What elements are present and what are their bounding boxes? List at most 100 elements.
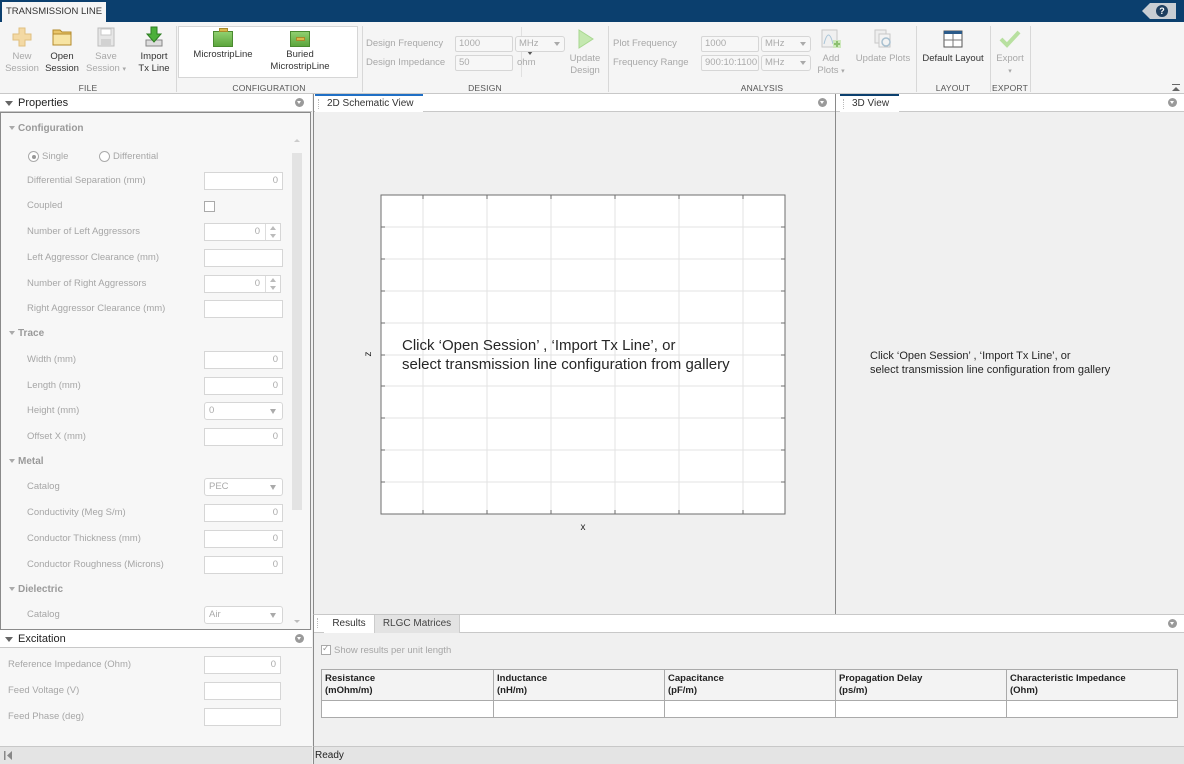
plot-frequency-input[interactable]: 1000 (701, 36, 759, 52)
drag-grip-icon[interactable] (317, 618, 319, 628)
spinner-arrows-icon[interactable] (265, 224, 280, 240)
chevron-down-icon (270, 485, 276, 490)
differential-radio[interactable] (99, 151, 110, 162)
column-header-characteristic-impedance[interactable]: Characteristic Impedance (Ohm) (1006, 669, 1178, 701)
length-label: Length (mm) (27, 380, 81, 391)
reference-impedance-input[interactable]: 0 (204, 656, 281, 674)
left-aggressor-clearance-input[interactable] (204, 249, 283, 267)
default-layout-button[interactable]: Default Layout (918, 28, 988, 65)
spinner-value: 0 (254, 278, 260, 289)
scroll-up-icon[interactable] (294, 139, 300, 142)
section-trace[interactable]: Trace (9, 328, 44, 339)
schematic-view-panel: 2D Schematic View x z Click ‘Open Sessio… (313, 94, 835, 614)
update-design-button[interactable]: Update Design (567, 28, 603, 77)
left-aggressors-label: Number of Left Aggressors (27, 226, 140, 237)
left-aggressors-spinner[interactable]: 0 (204, 223, 281, 241)
excitation-header: Excitation (0, 630, 312, 648)
design-frequency-unit-dropdown[interactable]: MHz (515, 36, 565, 52)
feed-phase-input[interactable] (204, 708, 281, 726)
configuration-gallery: MicrostripLine Buried MicrostripLine (178, 26, 533, 78)
tab-rlgc-matrices[interactable]: RLGC Matrices (374, 615, 460, 633)
table-cell (321, 700, 494, 718)
dielectric-catalog-dropdown[interactable]: Air (204, 606, 283, 624)
section-dielectric[interactable]: Dielectric (9, 584, 63, 595)
excitation-title: Excitation (18, 633, 66, 645)
collapse-triangle-icon[interactable] (5, 101, 13, 106)
save-dropdown-arrow-icon: ▾ (122, 66, 126, 73)
column-header-resistance[interactable]: Resistance (mOhm/m) (321, 669, 494, 701)
plot-frequency-unit-dropdown[interactable]: MHz (761, 36, 811, 52)
left-aggressor-clearance-label: Left Aggressor Clearance (mm) (27, 252, 159, 263)
drag-grip-icon[interactable] (843, 99, 845, 109)
design-impedance-input[interactable]: 50 (455, 55, 513, 71)
export-button[interactable]: Export ▾ (992, 28, 1028, 78)
plot-frequency-label: Plot Frequency (613, 38, 677, 49)
tab-transmission-line[interactable]: TRANSMISSION LINE (2, 2, 107, 22)
new-session-button[interactable]: New Session (4, 26, 40, 75)
help-button[interactable]: ? (1142, 3, 1176, 19)
checkbox-checked-icon[interactable] (321, 643, 331, 656)
scrollbar-thumb[interactable] (292, 153, 302, 510)
frequency-range-input[interactable]: 900:10:1100 (701, 55, 759, 71)
conductor-thickness-input[interactable]: 0 (204, 530, 283, 548)
section-title: Dielectric (18, 584, 64, 595)
add-plots-button[interactable]: Add Plots ▾ (816, 28, 846, 78)
microstrip-line-icon (213, 28, 233, 47)
column-header-propagation-delay[interactable]: Propagation Delay (ps/m) (835, 669, 1007, 701)
column-name: Capacitance (668, 673, 724, 684)
tab-results[interactable]: Results (324, 615, 374, 633)
right-aggressors-spinner[interactable]: 0 (204, 275, 281, 293)
show-per-unit-length-checkbox[interactable]: Show results per unit length (321, 643, 451, 656)
column-header-capacitance[interactable]: Capacitance (pF/m) (664, 669, 836, 701)
update-plots-button[interactable]: Update Plots (854, 28, 912, 65)
coupled-checkbox[interactable] (204, 201, 215, 212)
collapse-triangle-icon[interactable] (5, 637, 13, 642)
panel-options-icon[interactable] (295, 98, 304, 107)
panel-options-icon[interactable] (1168, 619, 1177, 628)
schematic-message-line-1: Click ‘Open Session’ , ‘Import Tx Line’,… (402, 337, 675, 354)
section-title: Trace (18, 328, 45, 339)
tab-3d-view[interactable]: 3D View (840, 94, 899, 112)
unit-value: MHz (765, 57, 785, 68)
metal-catalog-label: Catalog (27, 481, 60, 492)
differential-separation-input[interactable]: 0 (204, 172, 283, 190)
results-panel: Results RLGC Matrices Show results per u… (313, 614, 1184, 746)
gallery-item-label: MicrostripLine (270, 61, 330, 72)
design-frequency-input[interactable]: 1000 (455, 36, 513, 52)
metal-catalog-dropdown[interactable]: PEC (204, 478, 283, 496)
frequency-range-unit-dropdown[interactable]: MHz (761, 55, 811, 71)
width-input[interactable]: 0 (204, 351, 283, 369)
collapse-triangle-icon (9, 331, 15, 336)
feed-voltage-input[interactable] (204, 682, 281, 700)
section-title: Configuration (18, 123, 84, 134)
gallery-item-microstripline[interactable]: MicrostripLine (189, 28, 257, 61)
open-session-button[interactable]: Open Session (44, 26, 80, 75)
conductivity-input[interactable]: 0 (204, 504, 283, 522)
collapse-left-icon[interactable] (4, 751, 12, 760)
length-input[interactable]: 0 (204, 377, 283, 395)
scroll-down-icon[interactable] (294, 620, 300, 623)
single-radio[interactable] (28, 151, 39, 162)
file-group-label: FILE (78, 83, 98, 93)
gallery-item-buried-microstripline[interactable]: Buried MicrostripLine (263, 31, 337, 73)
width-label: Width (mm) (27, 354, 77, 365)
spinner-arrows-icon[interactable] (265, 276, 280, 292)
schematic-axes: x z Click ‘Open Session’ , ‘Import Tx Li… (363, 194, 786, 533)
differential-label: Differential (113, 151, 159, 162)
section-metal[interactable]: Metal (9, 456, 44, 467)
conductor-roughness-input[interactable]: 0 (204, 556, 283, 574)
analysis-group: Plot Frequency 1000 MHz Frequency Range … (608, 22, 916, 94)
right-aggressor-clearance-input[interactable] (204, 300, 283, 318)
panel-options-icon[interactable] (295, 634, 304, 643)
panel-options-icon[interactable] (1168, 98, 1177, 107)
column-header-inductance[interactable]: Inductance (nH/m) (493, 669, 665, 701)
collapse-toolstrip-button[interactable] (1172, 83, 1180, 91)
height-dropdown[interactable]: 0 (204, 402, 283, 420)
properties-scrollbar[interactable] (292, 133, 302, 627)
import-tx-line-button[interactable]: Import Tx Line (134, 26, 174, 75)
save-session-button[interactable]: Save Session ▾ (86, 26, 126, 76)
layout-grid-icon (942, 28, 964, 50)
offset-x-input[interactable]: 0 (204, 428, 283, 446)
section-configuration[interactable]: Configuration (9, 123, 84, 134)
collapse-triangle-icon (9, 459, 15, 464)
